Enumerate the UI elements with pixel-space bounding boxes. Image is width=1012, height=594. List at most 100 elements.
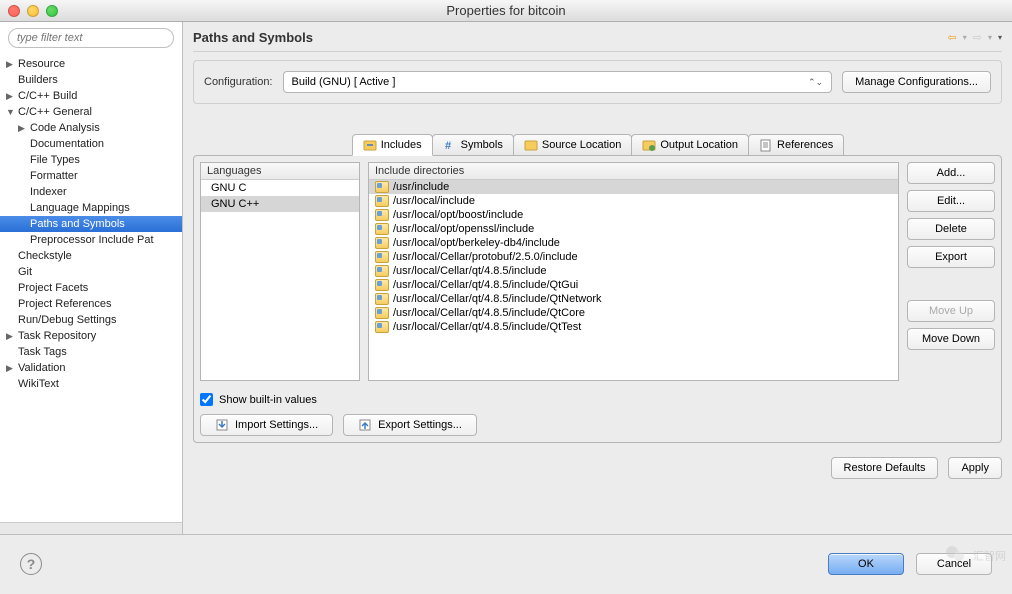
tree-item-wikitext[interactable]: WikiText: [0, 376, 182, 392]
sidebar: ▶Resource Builders ▶C/C++ Build▼C/C++ Gene…: [0, 22, 183, 534]
help-button[interactable]: ?: [20, 553, 42, 575]
move-up-button[interactable]: Move Up: [907, 300, 995, 322]
include-dir-path: /usr/local/opt/boost/include: [393, 209, 523, 221]
configuration-combo[interactable]: Build (GNU) [ Active ] ⌃⌄: [283, 71, 833, 93]
tree-item-project-facets[interactable]: Project Facets: [0, 280, 182, 296]
tab-output-location[interactable]: Output Location: [631, 134, 749, 156]
svg-text:#: #: [445, 140, 451, 152]
tree-item-task-tags[interactable]: Task Tags: [0, 344, 182, 360]
folder-icon: [375, 279, 389, 291]
tree-item-formatter[interactable]: Formatter: [0, 168, 182, 184]
include-dir-path: /usr/local/Cellar/qt/4.8.5/include/QtTes…: [393, 321, 581, 333]
include-dir-row[interactable]: /usr/local/Cellar/protobuf/2.5.0/include: [369, 250, 898, 264]
chevron-updown-icon: ⌃⌄: [808, 77, 823, 88]
languages-header: Languages: [201, 163, 359, 180]
import-icon: [215, 418, 229, 432]
export-button[interactable]: Export: [907, 246, 995, 268]
tree-item-language-mappings[interactable]: Language Mappings: [0, 200, 182, 216]
language-item[interactable]: GNU C++: [201, 196, 359, 212]
include-dir-row[interactable]: /usr/local/include: [369, 194, 898, 208]
tree-item-code-analysis[interactable]: ▶Code Analysis: [0, 120, 182, 136]
include-directories-list: Include directories /usr/include/usr/loc…: [368, 162, 899, 381]
include-dir-row[interactable]: /usr/local/opt/openssl/include: [369, 222, 898, 236]
configuration-label: Configuration:: [204, 76, 273, 88]
apply-button[interactable]: Apply: [948, 457, 1002, 479]
language-item[interactable]: GNU C: [201, 180, 359, 196]
tree-item-label: Language Mappings: [28, 202, 130, 214]
show-builtin-checkbox[interactable]: [200, 393, 213, 406]
import-settings-button[interactable]: Import Settings...: [200, 414, 333, 436]
titlebar: Properties for bitcoin: [0, 0, 1012, 22]
include-dir-row[interactable]: /usr/local/Cellar/qt/4.8.5/include/QtNet…: [369, 292, 898, 306]
tree-item-label: Task Repository: [16, 330, 96, 342]
back-icon[interactable]: ⇦: [948, 31, 957, 44]
add-button[interactable]: Add...: [907, 162, 995, 184]
tab-source-location[interactable]: Source Location: [513, 134, 633, 156]
manage-configurations-button[interactable]: Manage Configurations...: [842, 71, 991, 93]
tree-item-preprocessor-include-pat[interactable]: Preprocessor Include Pat: [0, 232, 182, 248]
tree-item-label: Indexer: [28, 186, 67, 198]
tree-item-c-c-general[interactable]: ▼C/C++ General: [0, 104, 182, 120]
symbols-icon: #: [443, 138, 457, 152]
tree-item-run-debug-settings[interactable]: Run/Debug Settings: [0, 312, 182, 328]
tab-includes[interactable]: Includes: [352, 134, 433, 156]
tree-item-label: Project References: [16, 298, 112, 310]
back-caret-icon[interactable]: ▾: [963, 33, 967, 42]
tree-item-c-c-build[interactable]: ▶C/C++ Build: [0, 88, 182, 104]
tree-item-validation[interactable]: ▶Validation: [0, 360, 182, 376]
scrollbar[interactable]: [0, 522, 182, 534]
tab-symbols[interactable]: #Symbols: [432, 134, 514, 156]
wechat-icon: [943, 542, 967, 566]
tab-references[interactable]: References: [748, 134, 844, 156]
folder-icon: [375, 237, 389, 249]
include-dir-path: /usr/local/Cellar/qt/4.8.5/include/QtGui: [393, 279, 578, 291]
folder-icon: [375, 307, 389, 319]
edit-button[interactable]: Edit...: [907, 190, 995, 212]
include-dir-row[interactable]: /usr/local/Cellar/qt/4.8.5/include/QtTes…: [369, 320, 898, 334]
tab-label: Output Location: [660, 139, 738, 151]
forward-caret-icon[interactable]: ▾: [988, 33, 992, 42]
folder-icon: [375, 223, 389, 235]
tabstrip: Includes#Symbols Source Location Output Lo…: [352, 134, 844, 156]
folder-icon: [375, 293, 389, 305]
include-dir-row[interactable]: /usr/include: [369, 180, 898, 194]
tree-item-task-repository[interactable]: ▶Task Repository: [0, 328, 182, 344]
watermark: 汇智网: [943, 542, 1006, 566]
include-dir-row[interactable]: /usr/local/Cellar/qt/4.8.5/include/QtGui: [369, 278, 898, 292]
export-icon: [358, 418, 372, 432]
restore-defaults-button[interactable]: Restore Defaults: [831, 457, 939, 479]
tree-item-resource[interactable]: ▶Resource: [0, 56, 182, 72]
tab-label: Source Location: [542, 139, 622, 151]
include-dir-row[interactable]: /usr/local/Cellar/qt/4.8.5/include: [369, 264, 898, 278]
tree-item-documentation[interactable]: Documentation: [0, 136, 182, 152]
nav-tree: ▶Resource Builders ▶C/C++ Build▼C/C++ Gene…: [0, 54, 182, 522]
tree-item-label: Run/Debug Settings: [16, 314, 116, 326]
ok-button[interactable]: OK: [828, 553, 904, 575]
menu-caret-icon[interactable]: ▾: [998, 33, 1002, 42]
tree-item-label: Builders: [16, 74, 58, 86]
include-dir-row[interactable]: /usr/local/opt/boost/include: [369, 208, 898, 222]
export-settings-button[interactable]: Export Settings...: [343, 414, 477, 436]
include-dir-row[interactable]: /usr/local/opt/berkeley-db4/include: [369, 236, 898, 250]
folder-icon: [375, 251, 389, 263]
configuration-group: Configuration: Build (GNU) [ Active ] ⌃⌄…: [193, 60, 1002, 104]
include-dir-row[interactable]: /usr/local/Cellar/qt/4.8.5/include/QtCor…: [369, 306, 898, 320]
filter-input[interactable]: [8, 28, 174, 48]
watermark-text: 汇智网: [973, 550, 1006, 562]
window-title: Properties for bitcoin: [0, 3, 1012, 18]
tree-item-paths-and-symbols[interactable]: Paths and Symbols: [0, 216, 182, 232]
tree-item-indexer[interactable]: Indexer: [0, 184, 182, 200]
disclosure-arrow-icon: ▼: [6, 107, 16, 117]
move-down-button[interactable]: Move Down: [907, 328, 995, 350]
include-dir-path: /usr/local/Cellar/qt/4.8.5/include/QtNet…: [393, 293, 601, 305]
tree-item-project-references[interactable]: Project References: [0, 296, 182, 312]
delete-button[interactable]: Delete: [907, 218, 995, 240]
tree-item-file-types[interactable]: File Types: [0, 152, 182, 168]
tree-item-git[interactable]: Git: [0, 264, 182, 280]
tree-item-checkstyle[interactable]: Checkstyle: [0, 248, 182, 264]
import-settings-label: Import Settings...: [235, 419, 318, 431]
tree-item-builders[interactable]: Builders: [0, 72, 182, 88]
forward-icon[interactable]: ⇨: [973, 31, 982, 44]
include-dir-path: /usr/local/Cellar/protobuf/2.5.0/include: [393, 251, 578, 263]
tree-item-label: Preprocessor Include Pat: [28, 234, 154, 246]
